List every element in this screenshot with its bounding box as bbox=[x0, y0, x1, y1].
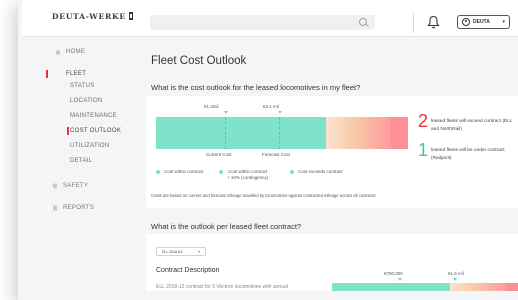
contract-description-text: ELL 2018-12 contract for 5 Vectron locom… bbox=[156, 284, 288, 290]
sidebar-item-home[interactable]: HOME bbox=[55, 49, 86, 55]
forecast-cost-value-label: €2.1 mil bbox=[263, 104, 279, 109]
chevron-down-icon: ▾ bbox=[502, 19, 505, 25]
sidebar-item-maintenance[interactable]: MAINTENANCE bbox=[70, 113, 117, 119]
shield-icon bbox=[52, 183, 58, 189]
bell-icon[interactable] bbox=[427, 15, 440, 29]
sidebar-item-safety[interactable]: SAFETY bbox=[52, 183, 89, 189]
sidebar-item-label: MAINTENANCE bbox=[70, 113, 117, 119]
contract-bar-within bbox=[332, 283, 450, 291]
forecast-cost-marker-icon bbox=[278, 111, 282, 114]
contract-outlook-question: What is the outlook per leased fleet con… bbox=[151, 222, 302, 231]
brand-mark-icon bbox=[128, 12, 133, 20]
legend-label-within: Cost within contract bbox=[164, 169, 204, 174]
sidebar-item-label: COST OUTLOOK bbox=[70, 128, 122, 134]
forecast-cost-line bbox=[279, 117, 280, 149]
brand-name: DEUTA-WERKE bbox=[52, 12, 126, 21]
main-content: Fleet Cost Outlook What is the cost outl… bbox=[146, 36, 518, 291]
sidebar-item-label: STATUS bbox=[70, 83, 95, 89]
legend-dot-exceeds bbox=[290, 170, 294, 174]
sidebar-item-label: DETAIL bbox=[70, 158, 93, 164]
home-icon bbox=[55, 49, 61, 55]
app-window: DEUTA-WERKE DEUTA ▾ HOME FLEET STATUS LO… bbox=[22, 0, 518, 291]
contract-forecast-value-label: €1.6 mil bbox=[448, 271, 464, 276]
header-divider bbox=[413, 13, 414, 33]
contract-bar-contingency bbox=[450, 283, 506, 291]
sidebar-item-label: REPORTS bbox=[63, 205, 94, 211]
sidebar-item-cost-outlook[interactable]: COST OUTLOOK bbox=[70, 128, 121, 134]
sidebar-item-label: SAFETY bbox=[63, 183, 89, 189]
current-cost-axis-label: Current Cost bbox=[206, 152, 232, 157]
page-title: Fleet Cost Outlook bbox=[151, 55, 247, 67]
legend-label-exceeds: Cost exceeds contract bbox=[298, 169, 343, 174]
search-icon[interactable] bbox=[359, 18, 367, 26]
contract-description-heading: Contract Description bbox=[156, 267, 220, 274]
sidebar-item-label: UTILIZATION bbox=[70, 143, 110, 149]
cost-outlook-card: €1.3mil €2.1 mil Current Cost Forecast C… bbox=[146, 96, 518, 208]
under-description: leased fleets will be under contract (Ra… bbox=[431, 148, 505, 161]
exceed-description: leased fleets will exceed contract (ELL … bbox=[431, 119, 513, 132]
contract-bar-exceeds bbox=[506, 283, 518, 291]
bar-exceeds-contract bbox=[391, 117, 408, 149]
current-cost-line bbox=[225, 117, 226, 149]
contract-current-value-label: €750,000 bbox=[384, 271, 403, 276]
legend-label-contingency: Cost within contract + 10% (contingency) bbox=[227, 169, 269, 180]
sidebar-item-location[interactable]: LOCATION bbox=[70, 98, 103, 104]
current-cost-marker-icon bbox=[224, 111, 228, 114]
forecast-cost-axis-label: Forecast Cost bbox=[262, 152, 291, 157]
chart-note: Costs are based on current and forecast … bbox=[151, 193, 377, 198]
under-count: 1 bbox=[418, 140, 429, 160]
top-header: DEUTA-WERKE DEUTA ▾ bbox=[22, 0, 518, 37]
cost-outlook-question: What is the cost outlook for the leased … bbox=[151, 83, 361, 92]
contract-outlook-card: ELL 2018 A2 ▾ Contract Description ELL 2… bbox=[146, 234, 518, 291]
user-icon bbox=[462, 18, 470, 26]
fleet-active-indicator bbox=[46, 70, 48, 78]
sidebar-item-status[interactable]: STATUS bbox=[70, 83, 95, 89]
legend-dot-within bbox=[156, 170, 160, 174]
search-input[interactable] bbox=[150, 15, 375, 30]
contract-forecast-marker-icon bbox=[453, 278, 457, 281]
user-menu-button[interactable]: DEUTA ▾ bbox=[457, 15, 510, 29]
contract-current-marker-icon bbox=[398, 278, 402, 281]
contract-select-value: ELL 2018 A2 bbox=[162, 250, 183, 254]
sidebar-item-label: LOCATION bbox=[70, 98, 103, 104]
exceed-count: 2 bbox=[418, 111, 429, 131]
current-cost-value-label: €1.3mil bbox=[204, 104, 219, 109]
sidebar-item-reports[interactable]: REPORTS bbox=[53, 205, 94, 211]
sidebar-item-fleet[interactable]: FLEET bbox=[66, 71, 86, 77]
document-icon bbox=[53, 205, 57, 211]
sidebar-item-utilization[interactable]: UTILIZATION bbox=[70, 143, 110, 149]
bar-contingency bbox=[326, 117, 391, 149]
cost-outlook-active-indicator bbox=[67, 127, 69, 135]
sidebar-item-label: FLEET bbox=[66, 71, 87, 77]
contract-select[interactable]: ELL 2018 A2 ▾ bbox=[156, 247, 206, 256]
bar-within-contract bbox=[156, 117, 326, 149]
sidebar-item-detail[interactable]: DETAIL bbox=[70, 158, 92, 164]
chevron-down-icon: ▾ bbox=[197, 249, 200, 254]
user-label: DEUTA bbox=[473, 19, 490, 25]
legend-dot-contingency bbox=[219, 170, 223, 174]
sidebar-item-label: HOME bbox=[66, 49, 86, 55]
brand-logo[interactable]: DEUTA-WERKE bbox=[52, 12, 133, 21]
sidebar: HOME FLEET STATUS LOCATION MAINTENANCE C… bbox=[22, 36, 136, 291]
